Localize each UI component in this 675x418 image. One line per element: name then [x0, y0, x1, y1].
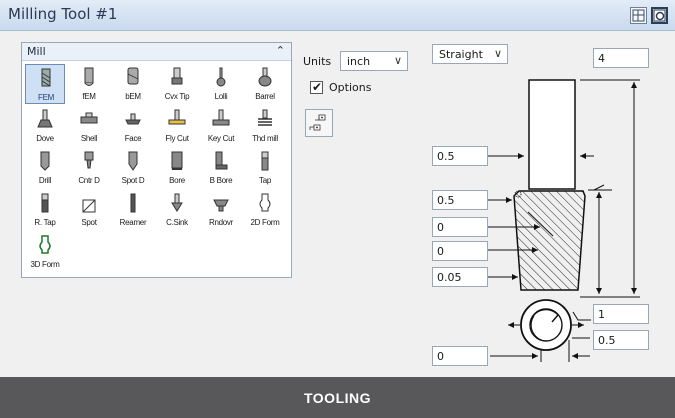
section-banner: TOOLING — [0, 377, 675, 418]
taper-angle-field[interactable]: 0 — [432, 217, 488, 237]
back-angle-value: 0 — [437, 245, 444, 258]
corner-radius-field[interactable]: 0.05 — [432, 267, 488, 287]
overall-length-value: 4 — [598, 52, 605, 65]
tip-offset-field[interactable]: 0 — [432, 346, 488, 366]
flute-length-field[interactable]: 1 — [593, 304, 649, 324]
banner-title: TOOLING — [303, 390, 372, 406]
shank-diameter-field[interactable]: 0.5 — [432, 146, 488, 166]
flute-diameter-value: 0.5 — [437, 194, 455, 207]
back-angle-field[interactable]: 0 — [432, 241, 488, 261]
tool-flutes — [513, 190, 586, 291]
flute-count-value: 0.5 — [598, 334, 616, 347]
flute-diameter-field[interactable]: 0.5 — [432, 190, 488, 210]
taper-angle-value: 0 — [437, 221, 444, 234]
overall-length-field[interactable]: 4 — [593, 48, 649, 68]
tool-end-view — [520, 299, 572, 351]
flute-length-value: 1 — [598, 308, 605, 321]
milling-tool-window: Milling Tool #1 Mill ⌃ FEM fEM bEM Cvx Tip L… — [0, 0, 675, 377]
shank-diameter-value: 0.5 — [437, 150, 455, 163]
tool-shank — [528, 79, 576, 190]
flute-count-field[interactable]: 0.5 — [593, 330, 649, 350]
tip-offset-value: 0 — [437, 350, 444, 363]
corner-radius-value: 0.05 — [437, 271, 462, 284]
tool-diagram — [488, 79, 640, 362]
